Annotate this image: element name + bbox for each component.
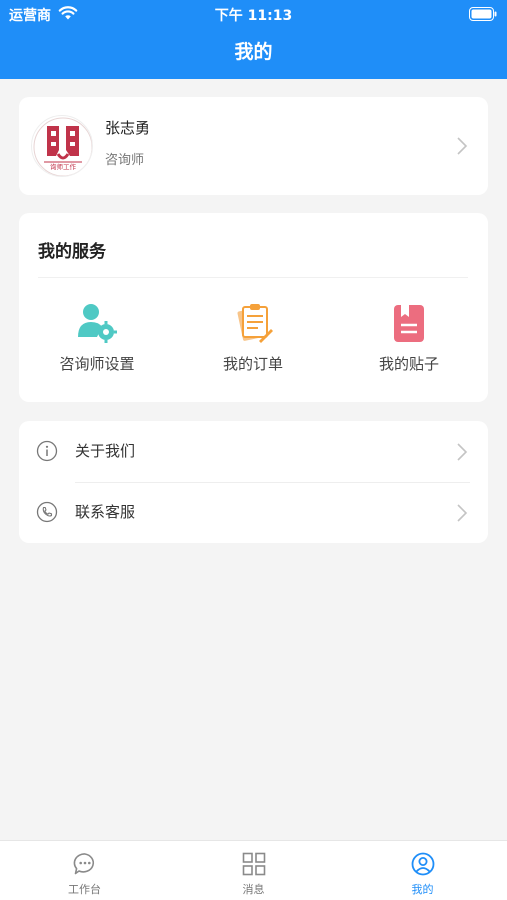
tab-label: 工作台 <box>68 883 101 896</box>
menu-item-contact[interactable]: 联系客服 <box>19 482 488 543</box>
menu-card: 关于我们 联系客服 <box>19 421 488 543</box>
menu-item-about[interactable]: 关于我们 <box>19 421 488 482</box>
chevron-right-icon <box>457 137 468 155</box>
status-bar: 运营商 下午 11:13 <box>0 0 507 28</box>
menu-item-label: 联系客服 <box>75 503 136 521</box>
logo-caption: 询师工作 <box>50 162 77 171</box>
tab-bar: 工作台 消息 我的 <box>0 840 507 900</box>
service-label: 我的订单 <box>222 355 283 373</box>
user-role: 咨询师 <box>105 153 145 168</box>
service-counselor-settings[interactable]: 咨询师设置 <box>19 301 175 381</box>
service-label: 我的贴子 <box>378 355 439 373</box>
tab-mine[interactable]: 我的 <box>338 841 507 900</box>
menu-item-label: 关于我们 <box>75 442 136 460</box>
tab-workbench[interactable]: 工作台 <box>0 841 169 900</box>
chevron-right-icon <box>457 443 468 461</box>
clock: 下午 11:13 <box>214 8 293 24</box>
tab-label: 我的 <box>411 883 434 896</box>
divider <box>38 277 468 278</box>
profile-card[interactable]: 询师工作 张志勇 咨询师 <box>19 97 488 195</box>
services-card: 我的服务 咨询师设置 我的订单 我的贴子 <box>19 213 488 402</box>
tab-messages[interactable]: 消息 <box>169 841 338 900</box>
counselor-settings-icon <box>78 304 117 343</box>
logo-icon: 询师工作 <box>33 117 92 176</box>
services-title: 我的服务 <box>38 242 106 262</box>
user-icon <box>411 852 434 876</box>
service-orders[interactable]: 我的订单 <box>175 301 331 381</box>
user-name: 张志勇 <box>105 119 151 137</box>
service-label: 咨询师设置 <box>59 355 135 373</box>
page-title: 我的 <box>234 41 273 63</box>
orders-icon <box>237 304 273 343</box>
service-posts[interactable]: 我的贴子 <box>331 301 487 381</box>
top-bar: 运营商 下午 11:13 我的 <box>0 0 507 79</box>
phone-icon <box>36 501 58 523</box>
chevron-right-icon <box>457 504 468 522</box>
info-icon <box>36 440 58 462</box>
battery-icon <box>469 7 497 21</box>
chat-bubble-icon <box>73 853 94 875</box>
avatar[interactable]: 询师工作 <box>31 115 93 177</box>
posts-icon <box>394 305 424 342</box>
grid-icon <box>242 852 265 876</box>
tab-label: 消息 <box>242 883 265 896</box>
